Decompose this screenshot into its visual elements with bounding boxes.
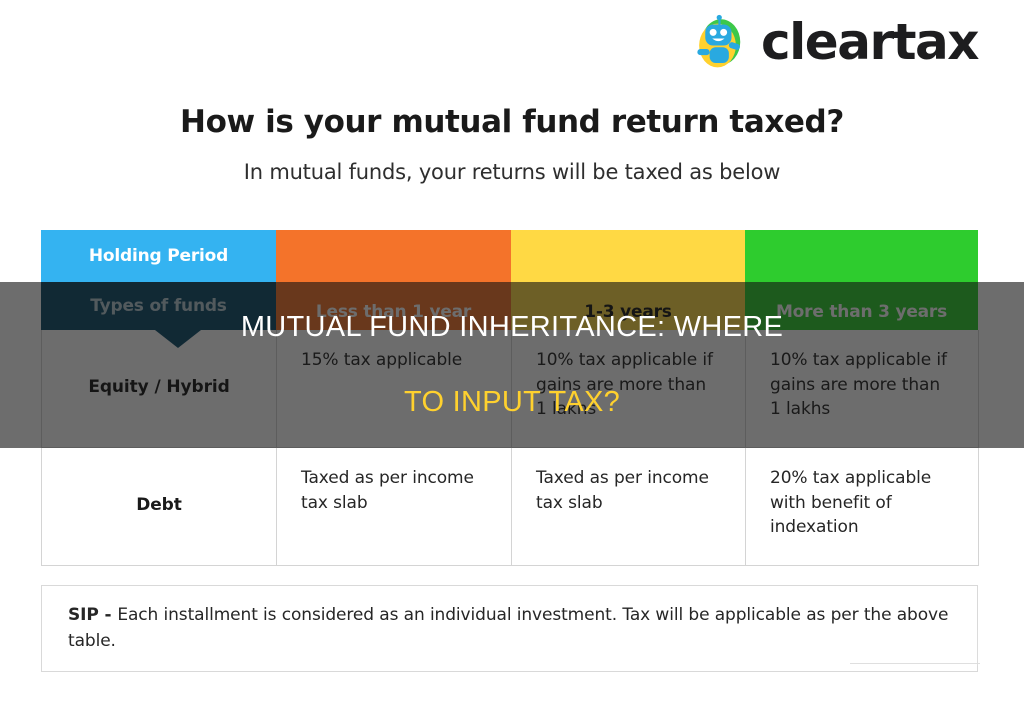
brand-wordmark: cleartax	[761, 13, 979, 71]
infographic-canvas: cleartax How is your mutual fund return …	[0, 0, 1024, 714]
brand-logo: cleartax	[693, 13, 979, 71]
sip-note-text: Each installment is considered as an ind…	[68, 605, 949, 651]
row-label-debt: Debt	[42, 448, 277, 566]
table-header-row: Holding Period Types of funds Less than …	[41, 230, 978, 348]
tax-table: Holding Period Types of funds Less than …	[41, 230, 979, 566]
cell-debt-1-3-years: Taxed as per income tax slab	[512, 448, 746, 566]
sip-note: SIP - Each installment is considered as …	[41, 585, 978, 672]
footer-rule-artifact	[850, 663, 980, 667]
cell-debt-less-than-1-year: Taxed as per income tax slab	[277, 448, 512, 566]
cleartax-robot-logo-icon	[697, 14, 741, 68]
page-title: How is your mutual fund return taxed?	[180, 104, 844, 140]
header-col-more-than-3-years: More than 3 years	[745, 230, 978, 330]
types-of-funds-label: Types of funds	[90, 296, 227, 316]
cell-equity-more-than-3-years: 10% tax applicable if gains are more tha…	[746, 330, 979, 448]
footer-tick-artifact	[977, 630, 978, 666]
sip-note-prefix: SIP -	[68, 605, 118, 625]
cell-equity-less-than-1-year: 15% tax applicable	[277, 330, 512, 448]
header-corner-cell: Holding Period Types of funds	[41, 230, 293, 348]
holding-period-label: Holding Period	[88, 246, 229, 266]
table-row-debt: Debt Taxed as per income tax slab Taxed …	[41, 448, 979, 566]
types-of-funds-pointer-icon	[155, 330, 201, 348]
header-col-less-than-1-year: Less than 1 year	[276, 230, 511, 330]
header-col-1-3-years: 1-3 years	[511, 230, 745, 330]
cell-debt-more-than-3-years: 20% tax applicable with benefit of index…	[746, 448, 979, 566]
page-subtitle: In mutual funds, your returns will be ta…	[243, 160, 781, 184]
cell-equity-1-3-years: 10% tax applicable if gains are more tha…	[512, 330, 746, 448]
